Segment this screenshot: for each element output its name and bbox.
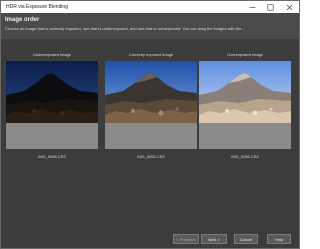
correctly-exposed-panel[interactable]: Correctly exposed image IMG_5052.CR2 bbox=[105, 47, 197, 167]
panel-caption: Underexposed image bbox=[6, 47, 98, 61]
overexposed-thumbnail[interactable] bbox=[199, 61, 291, 123]
underexposed-panel[interactable]: Underexposed image IMG_5055.CR2 bbox=[6, 47, 98, 167]
close-icon[interactable] bbox=[282, 1, 296, 13]
wizard-header: Image order Choose an image that is corr… bbox=[1, 13, 299, 39]
page-title: Image order bbox=[5, 17, 40, 23]
window-title: HDR via Exposure Blending bbox=[6, 4, 68, 10]
next-button[interactable]: Next > bbox=[201, 234, 227, 244]
cancel-button[interactable]: Cancel bbox=[234, 234, 258, 244]
title-bar[interactable]: HDR via Exposure Blending bbox=[1, 1, 299, 13]
button-bar: < Previous Next > Cancel Help bbox=[1, 231, 299, 249]
overexposed-panel[interactable]: Overexposed image IMG_5056.CR2 bbox=[199, 47, 291, 167]
page-description: Choose an image that is correctly expose… bbox=[5, 26, 245, 31]
underexposed-thumbnail[interactable] bbox=[6, 61, 98, 123]
dialog-window: HDR via Exposure Blending Image order Ch… bbox=[0, 0, 300, 249]
maximize-icon[interactable] bbox=[263, 1, 277, 13]
previous-button[interactable]: < Previous bbox=[173, 234, 199, 244]
panel-caption: Overexposed image bbox=[199, 47, 291, 61]
minimize-icon[interactable] bbox=[245, 1, 259, 13]
image-filename: IMG_5056.CR2 bbox=[231, 154, 259, 159]
image-filename: IMG_5052.CR2 bbox=[137, 154, 165, 159]
panel-caption: Correctly exposed image bbox=[105, 47, 197, 61]
correctly-exposed-thumbnail[interactable] bbox=[105, 61, 197, 123]
help-button[interactable]: Help bbox=[267, 234, 291, 244]
image-filename: IMG_5055.CR2 bbox=[38, 154, 66, 159]
